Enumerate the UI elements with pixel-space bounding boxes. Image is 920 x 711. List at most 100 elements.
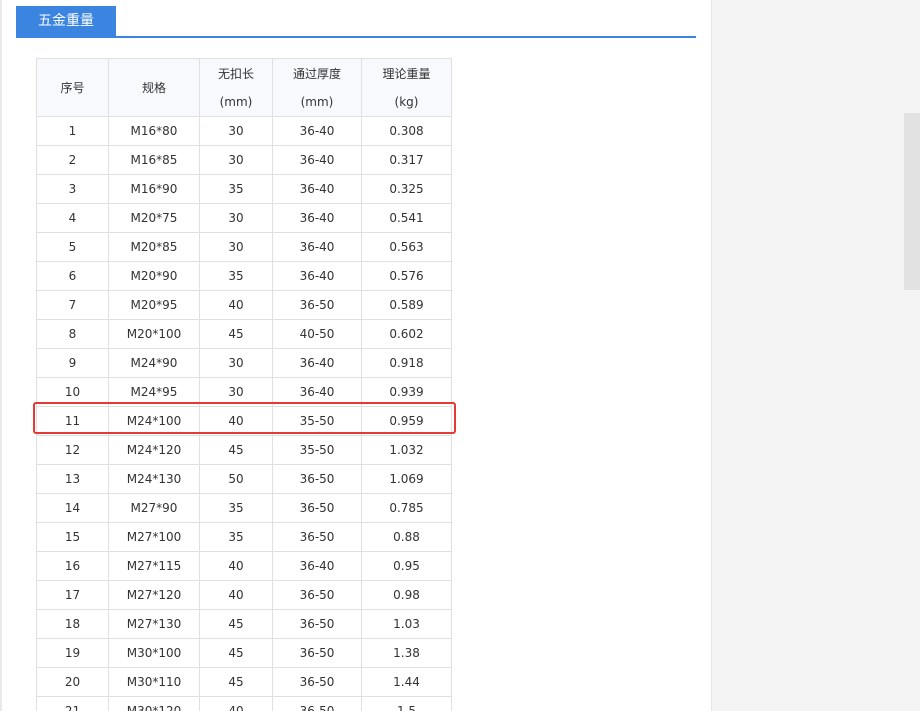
table-header-row: 序号 规格 无扣长 (mm) 通过厚度 (mm) 理论重量 (kg) [36, 58, 452, 117]
cell-thread-free-length: 30 [199, 377, 273, 407]
table-row: 7 M20*95 40 36-50 0.589 [36, 290, 452, 320]
cell-spec: M24*120 [108, 435, 200, 465]
cell-thread-free-length: 40 [199, 696, 273, 711]
header-spec-label: 规格 [141, 81, 166, 95]
cell-pass-thickness: 40-50 [272, 319, 362, 349]
cell-weight: 0.785 [361, 493, 452, 523]
table-row: 16 M27*115 40 36-40 0.95 [36, 551, 452, 581]
cell-weight: 0.308 [361, 116, 452, 146]
cell-weight: 0.563 [361, 232, 452, 262]
table-row: 1 M16*80 30 36-40 0.308 [36, 116, 452, 146]
right-sidebar [711, 0, 920, 711]
cell-thread-free-length: 35 [199, 261, 273, 291]
cell-spec: M30*120 [108, 696, 200, 711]
cell-pass-thickness: 36-50 [272, 464, 362, 494]
cell-spec: M27*115 [108, 551, 200, 581]
table-row: 21 M30*120 40 36-50 1.5 [36, 696, 452, 711]
cell-thread-free-length: 40 [199, 290, 273, 320]
tab-hardware-weight[interactable]: 五金重量 [16, 6, 116, 36]
table-row: 6 M20*90 35 36-40 0.576 [36, 261, 452, 291]
table-row: 20 M30*110 45 36-50 1.44 [36, 667, 452, 697]
cell-thread-free-length: 30 [199, 232, 273, 262]
cell-index: 12 [36, 435, 109, 465]
cell-index: 16 [36, 551, 109, 581]
cell-weight: 0.98 [361, 580, 452, 610]
cell-pass-thickness: 36-40 [272, 348, 362, 378]
cell-index: 20 [36, 667, 109, 697]
cell-spec: M16*85 [108, 145, 200, 175]
cell-pass-thickness: 36-50 [272, 609, 362, 639]
cell-thread-free-length: 40 [199, 551, 273, 581]
left-border [0, 0, 2, 711]
cell-pass-thickness: 36-50 [272, 290, 362, 320]
cell-pass-thickness: 36-40 [272, 377, 362, 407]
header-theoretical-weight-unit: (kg) [394, 95, 419, 109]
table-row: 9 M24*90 30 36-40 0.918 [36, 348, 452, 378]
cell-spec: M20*100 [108, 319, 200, 349]
cell-pass-thickness: 35-50 [272, 435, 362, 465]
cell-thread-free-length: 30 [199, 348, 273, 378]
header-theoretical-weight-label: 理论重量 [382, 67, 431, 81]
header-spec: 规格 [108, 58, 200, 117]
cell-spec: M24*130 [108, 464, 200, 494]
page: 五金重量 序号 规格 无扣长 (mm) 通过厚度 (mm) 理论重量 (kg) … [0, 0, 920, 711]
cell-pass-thickness: 36-50 [272, 667, 362, 697]
cell-weight: 1.032 [361, 435, 452, 465]
weight-table-container: 序号 规格 无扣长 (mm) 通过厚度 (mm) 理论重量 (kg) 1 M16… [36, 58, 452, 711]
cell-index: 10 [36, 377, 109, 407]
scrollbar-thumb[interactable] [904, 113, 920, 290]
table-row: 14 M27*90 35 36-50 0.785 [36, 493, 452, 523]
cell-spec: M27*130 [108, 609, 200, 639]
cell-spec: M27*90 [108, 493, 200, 523]
cell-index: 4 [36, 203, 109, 233]
cell-pass-thickness: 36-50 [272, 522, 362, 552]
cell-weight: 0.959 [361, 406, 452, 436]
cell-pass-thickness: 36-40 [272, 174, 362, 204]
table-row: 17 M27*120 40 36-50 0.98 [36, 580, 452, 610]
cell-weight: 0.589 [361, 290, 452, 320]
cell-spec: M30*110 [108, 667, 200, 697]
cell-index: 5 [36, 232, 109, 262]
cell-index: 17 [36, 580, 109, 610]
cell-spec: M20*90 [108, 261, 200, 291]
table-row: 18 M27*130 45 36-50 1.03 [36, 609, 452, 639]
table-row: 3 M16*90 35 36-40 0.325 [36, 174, 452, 204]
cell-weight: 0.541 [361, 203, 452, 233]
cell-thread-free-length: 30 [199, 203, 273, 233]
cell-index: 11 [36, 406, 109, 436]
cell-index: 19 [36, 638, 109, 668]
cell-pass-thickness: 36-50 [272, 638, 362, 668]
table-row: 4 M20*75 30 36-40 0.541 [36, 203, 452, 233]
tab-bar: 五金重量 [16, 6, 696, 38]
table-row: 12 M24*120 45 35-50 1.032 [36, 435, 452, 465]
table-row: 19 M30*100 45 36-50 1.38 [36, 638, 452, 668]
cell-thread-free-length: 45 [199, 667, 273, 697]
cell-spec: M27*100 [108, 522, 200, 552]
cell-spec: M24*95 [108, 377, 200, 407]
cell-pass-thickness: 36-50 [272, 493, 362, 523]
cell-thread-free-length: 45 [199, 638, 273, 668]
header-pass-thickness: 通过厚度 (mm) [272, 58, 362, 117]
header-thread-free-length-unit: (mm) [219, 95, 253, 109]
cell-weight: 1.03 [361, 609, 452, 639]
cell-index: 9 [36, 348, 109, 378]
cell-thread-free-length: 40 [199, 406, 273, 436]
header-thread-free-length-label: 无扣长 [217, 67, 254, 81]
table-row: 8 M20*100 45 40-50 0.602 [36, 319, 452, 349]
header-theoretical-weight: 理论重量 (kg) [361, 58, 452, 117]
cell-thread-free-length: 50 [199, 464, 273, 494]
cell-pass-thickness: 36-50 [272, 580, 362, 610]
cell-thread-free-length: 45 [199, 609, 273, 639]
weight-table: 序号 规格 无扣长 (mm) 通过厚度 (mm) 理论重量 (kg) 1 M16… [36, 58, 452, 711]
cell-index: 15 [36, 522, 109, 552]
cell-weight: 0.95 [361, 551, 452, 581]
table-row: 5 M20*85 30 36-40 0.563 [36, 232, 452, 262]
cell-thread-free-length: 35 [199, 522, 273, 552]
cell-pass-thickness: 36-40 [272, 232, 362, 262]
cell-pass-thickness: 35-50 [272, 406, 362, 436]
table-row: 15 M27*100 35 36-50 0.88 [36, 522, 452, 552]
table-row: 10 M24*95 30 36-40 0.939 [36, 377, 452, 407]
cell-thread-free-length: 45 [199, 435, 273, 465]
cell-spec: M24*100 [108, 406, 200, 436]
cell-spec: M20*85 [108, 232, 200, 262]
